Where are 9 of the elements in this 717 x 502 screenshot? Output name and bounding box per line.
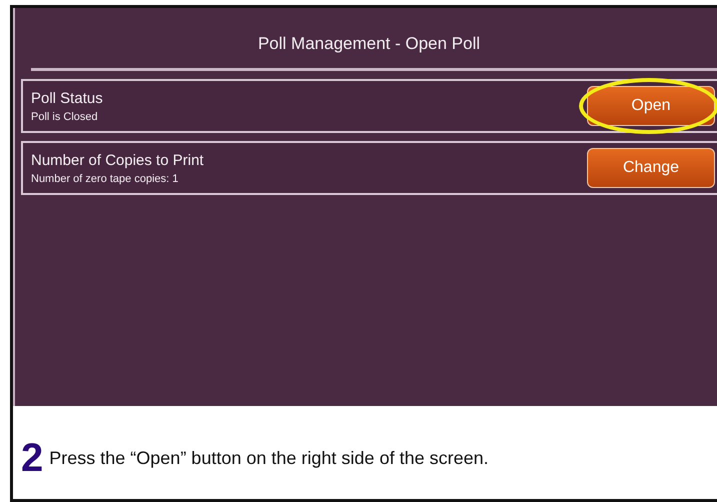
setting-detail: Number of zero tape copies: 1 — [31, 172, 180, 184]
setting-detail: Poll is Closed — [31, 110, 99, 122]
action-button[interactable]: Open — [587, 86, 715, 126]
step-number: 2 — [21, 436, 44, 481]
screen-title: Poll Management - Open Poll — [258, 33, 480, 55]
setting-label: Number of Copies to Print — [31, 152, 204, 168]
instruction-text: Press the “Open” button on the right side of the screen. — [49, 448, 489, 469]
setting-label: Poll Status — [31, 90, 103, 106]
action-button[interactable]: Change — [587, 148, 715, 188]
